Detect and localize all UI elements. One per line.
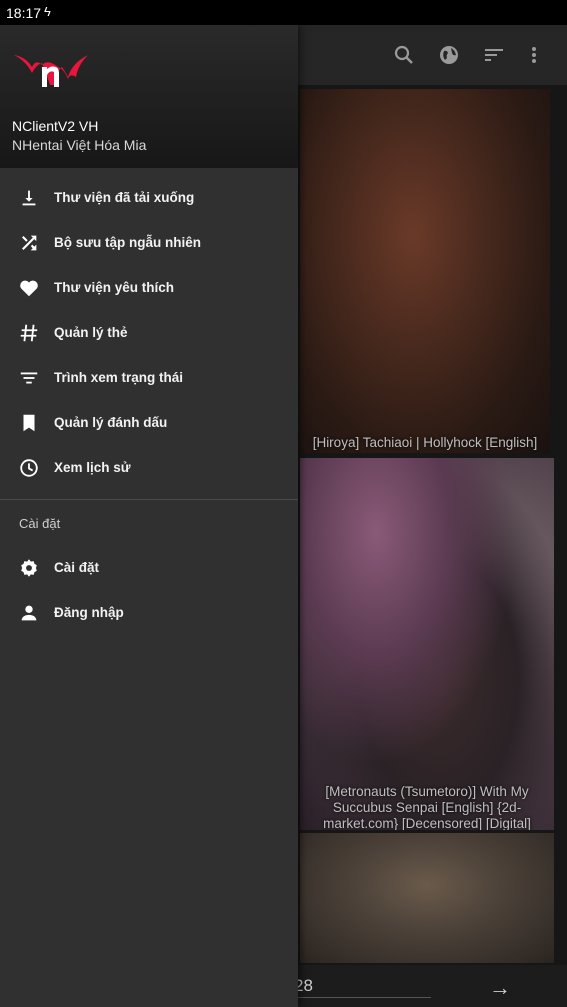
heart-icon [20,280,38,297]
clock-icon [20,459,38,477]
app-logo [14,55,88,87]
drawer-menu: Thư viện đã tải xuống Bộ sưu tập ngẫu nh… [0,175,298,490]
app-subtitle: NHentai Việt Hóa Mia [12,137,147,153]
drawer-header: NClientV2 VH NHentai Việt Hóa Mia [0,25,298,168]
menu-item-label: Cài đặt [54,560,100,575]
app-name: NClientV2 VH [12,118,99,134]
search-icon[interactable] [392,43,416,67]
download-icon [22,190,36,206]
menu-item-downloads[interactable]: Thư viện đã tải xuống [0,175,298,220]
filter-icon [20,372,38,384]
menu-item-history[interactable]: Xem lịch sử [0,445,298,490]
gallery-caption: [Metronauts (Tsumetoro)] With My Succubu… [323,784,531,830]
person-icon [21,605,37,621]
menu-item-bookmarks[interactable]: Quản lý đánh dấu [0,400,298,445]
gallery-card[interactable] [300,833,554,963]
menu-item-login[interactable]: Đăng nhập [0,590,298,635]
menu-item-label: Thư viện đã tải xuống [54,190,195,205]
bookmark-icon [23,414,35,432]
charging-icon: ϟ [44,4,51,19]
sort-icon[interactable] [482,43,506,67]
section-title-settings: Cài đặt [19,516,61,531]
gallery-thumbnail [300,458,554,830]
navigation-drawer: NClientV2 VH NHentai Việt Hóa Mia Thư vi… [0,25,298,1007]
menu-item-label: Bộ sưu tập ngẫu nhiên [54,235,202,250]
gallery-thumbnail [300,833,554,963]
menu-item-tags[interactable]: Quản lý thẻ [0,310,298,355]
menu-item-label: Xem lịch sử [54,460,131,475]
status-bar: 18:17 ϟ [0,0,567,25]
hashtag-icon [20,324,38,342]
globe-icon[interactable] [437,43,461,67]
more-options-icon[interactable] [522,43,546,67]
menu-item-settings[interactable]: Cài đặt [0,545,298,590]
gallery-thumbnail [300,89,550,453]
menu-item-random[interactable]: Bộ sưu tập ngẫu nhiên [0,220,298,265]
menu-item-label: Thư viện yêu thích [54,280,175,295]
drawer-divider [0,499,298,500]
gear-icon [21,559,37,577]
page-input-underline [296,997,431,998]
menu-item-label: Quản lý đánh dấu [54,415,168,430]
status-time: 18:17 [6,5,42,21]
menu-item-favorites[interactable]: Thư viện yêu thích [0,265,298,310]
menu-item-label: Quản lý thẻ [54,325,128,340]
menu-item-status[interactable]: Trình xem trạng thái [0,355,298,400]
menu-item-label: Trình xem trạng thái [54,370,184,385]
menu-item-label: Đăng nhập [54,605,124,620]
gallery-caption: [Hiroya] Tachiaoi | Hollyhock [English] [312,435,538,450]
gallery-card[interactable]: [Metronauts (Tsumetoro)] With My Succubu… [300,458,554,830]
shuffle-icon [22,235,37,251]
drawer-settings-menu: Cài đặt Đăng nhập [0,545,298,635]
gallery-card[interactable]: [Hiroya] Tachiaoi | Hollyhock [English] [300,89,550,453]
next-page-icon[interactable]: → [489,975,511,1001]
